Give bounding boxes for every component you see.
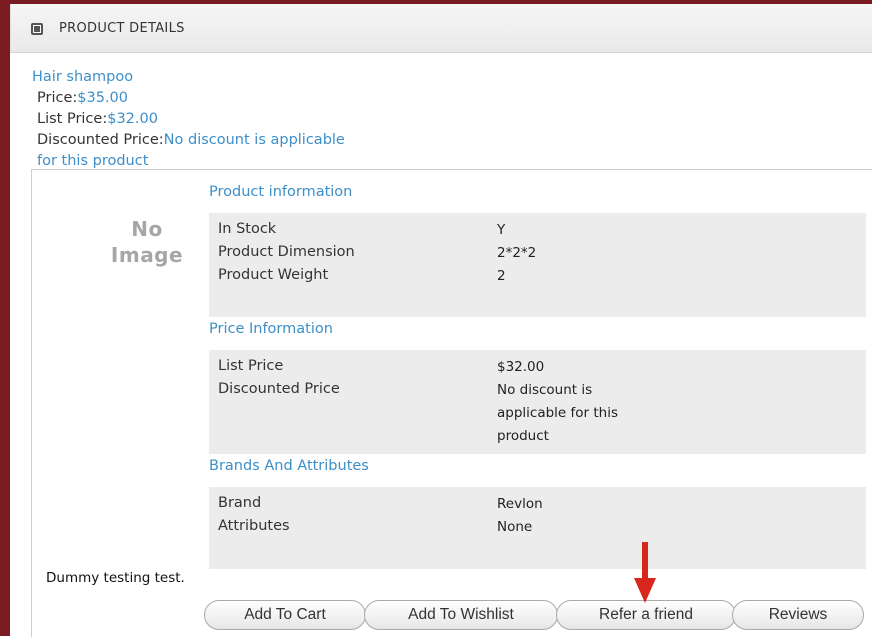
section-title-price-information: Price Information [209,321,333,337]
window-frame-left [0,0,10,636]
discounted-price-label: Discounted Price: [37,132,164,148]
row-value-attributes: None [497,519,533,535]
row-label-discounted-price: Discounted Price [218,381,340,397]
row-value-brand: Revlon [497,496,543,512]
row-value-in-stock: Y [497,222,506,238]
row-value-discounted-price-line1: No discount is [497,382,593,398]
row-label-product-weight: Product Weight [218,267,329,283]
product-detail-body: No Image Product information In Stock Y … [31,169,872,637]
list-price-label: List Price: [37,111,108,127]
row-value-product-dimension: 2*2*2 [497,245,537,261]
no-image-line2: Image [110,243,184,267]
row-value-list-price: $32.00 [497,359,545,375]
row-value-discounted-price-line3: product [497,428,549,444]
price-information-table: List Price $32.00 Discounted Price No di… [209,350,866,454]
panel-header[interactable]: PRODUCT DETAILS [10,4,872,53]
reviews-button[interactable]: Reviews [732,600,864,630]
row-label-list-price: List Price [218,358,284,374]
product-information-table: In Stock Y Product Dimension 2*2*2 Produ… [209,213,866,317]
expand-square-icon[interactable] [31,23,43,35]
row-label-brand: Brand [218,495,262,511]
row-label-product-dimension: Product Dimension [218,244,355,260]
panel-title: PRODUCT DETAILS [59,21,185,36]
list-price-value: $32.00 [107,111,158,127]
section-title-product-information: Product information [209,184,353,200]
brands-attributes-table: Brand Revlon Attributes None [209,487,866,569]
product-details-panel: PRODUCT DETAILS Hair shampoo Price:$35.0… [10,4,872,637]
product-description: Dummy testing test. [46,570,185,586]
row-label-in-stock: In Stock [218,221,277,237]
row-value-discounted-price-line2: applicable for this [497,405,619,421]
list-price-line: List Price:$32.00 [32,109,345,130]
section-title-brands-and-attributes: Brands And Attributes [209,458,369,474]
add-to-cart-button[interactable]: Add To Cart [204,600,366,630]
discounted-price-value: No discount is applicable [163,132,345,148]
add-to-wishlist-button[interactable]: Add To Wishlist [364,600,558,630]
row-value-product-weight: 2 [497,268,506,284]
no-image-placeholder: No Image [92,216,202,268]
product-name[interactable]: Hair shampoo [32,67,345,88]
price-value: $35.00 [77,90,129,106]
price-label: Price: [37,90,78,106]
discounted-price-line: Discounted Price:No discount is applicab… [32,130,345,151]
red-down-arrow-icon [634,542,656,603]
no-image-line1: No [131,217,163,241]
refer-a-friend-button[interactable]: Refer a friend [556,600,736,630]
product-summary: Hair shampoo Price:$35.00 List Price:$32… [32,67,345,172]
row-label-attributes: Attributes [218,518,290,534]
price-line: Price:$35.00 [32,88,345,109]
